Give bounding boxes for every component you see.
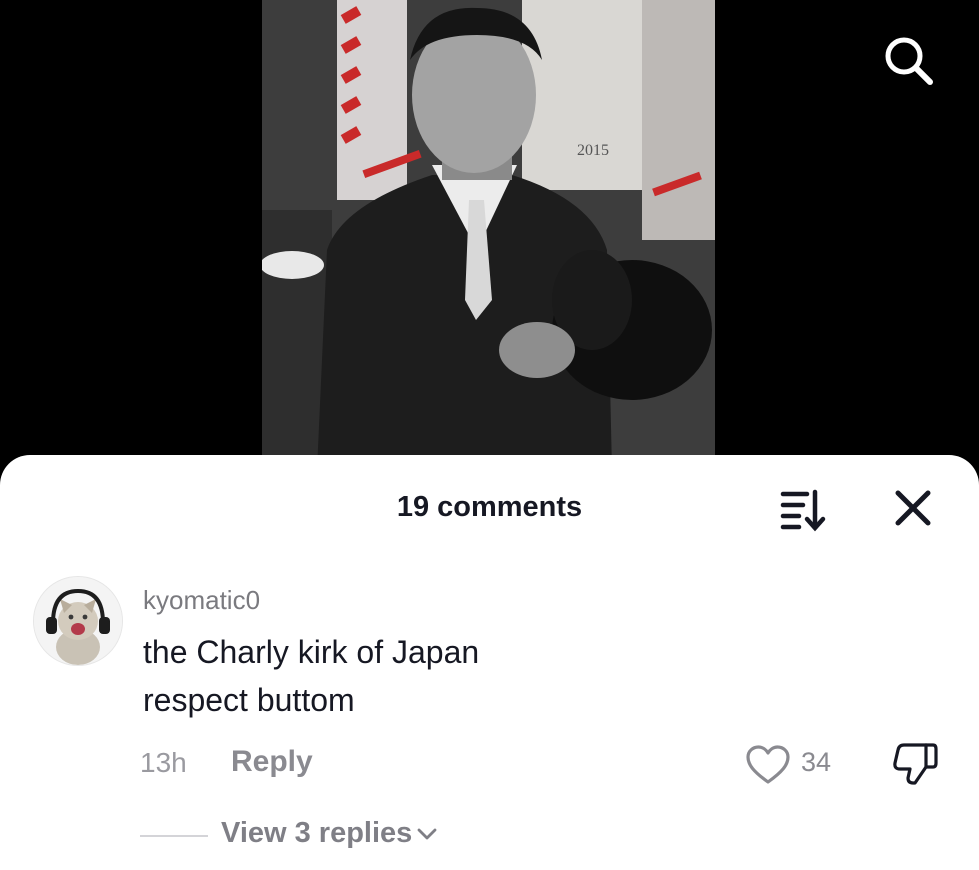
reply-button[interactable]: Reply <box>231 745 313 779</box>
heart-icon <box>746 745 790 784</box>
view-replies-button[interactable]: View 3 replies <box>221 817 438 850</box>
video-player[interactable]: 2015 <box>0 0 979 470</box>
replies-divider <box>140 835 208 837</box>
sort-button[interactable] <box>775 485 833 533</box>
search-button[interactable] <box>880 32 936 88</box>
sort-icon <box>780 489 826 532</box>
close-icon <box>895 490 931 526</box>
search-icon <box>885 37 933 85</box>
thumbs-down-icon <box>893 743 938 785</box>
video-frame[interactable]: 2015 <box>262 0 715 470</box>
like-count: 34 <box>801 747 832 777</box>
close-button[interactable] <box>888 485 938 533</box>
view-replies-label: View 3 replies <box>221 817 413 849</box>
chevron-down-icon <box>417 828 437 840</box>
comment-text: the Charly kirk of Japan respect buttom <box>143 628 479 724</box>
like-button[interactable]: 34 <box>745 743 845 787</box>
poster-year: 2015 <box>577 142 609 159</box>
cat-headphones-avatar-icon <box>34 577 122 665</box>
comment-timestamp: 13h <box>140 747 187 778</box>
comment-text-line-1: the Charly kirk of Japan <box>143 634 480 670</box>
dislike-button[interactable] <box>890 741 940 787</box>
video-still-image: 2015 <box>262 0 715 470</box>
comments-sheet: 19 comments kyomatic0 the Charly kirk of… <box>0 455 979 870</box>
comment-username[interactable]: kyomatic0 <box>143 585 260 616</box>
avatar[interactable] <box>33 576 123 666</box>
comment-text-line-2: respect buttom <box>143 682 355 718</box>
